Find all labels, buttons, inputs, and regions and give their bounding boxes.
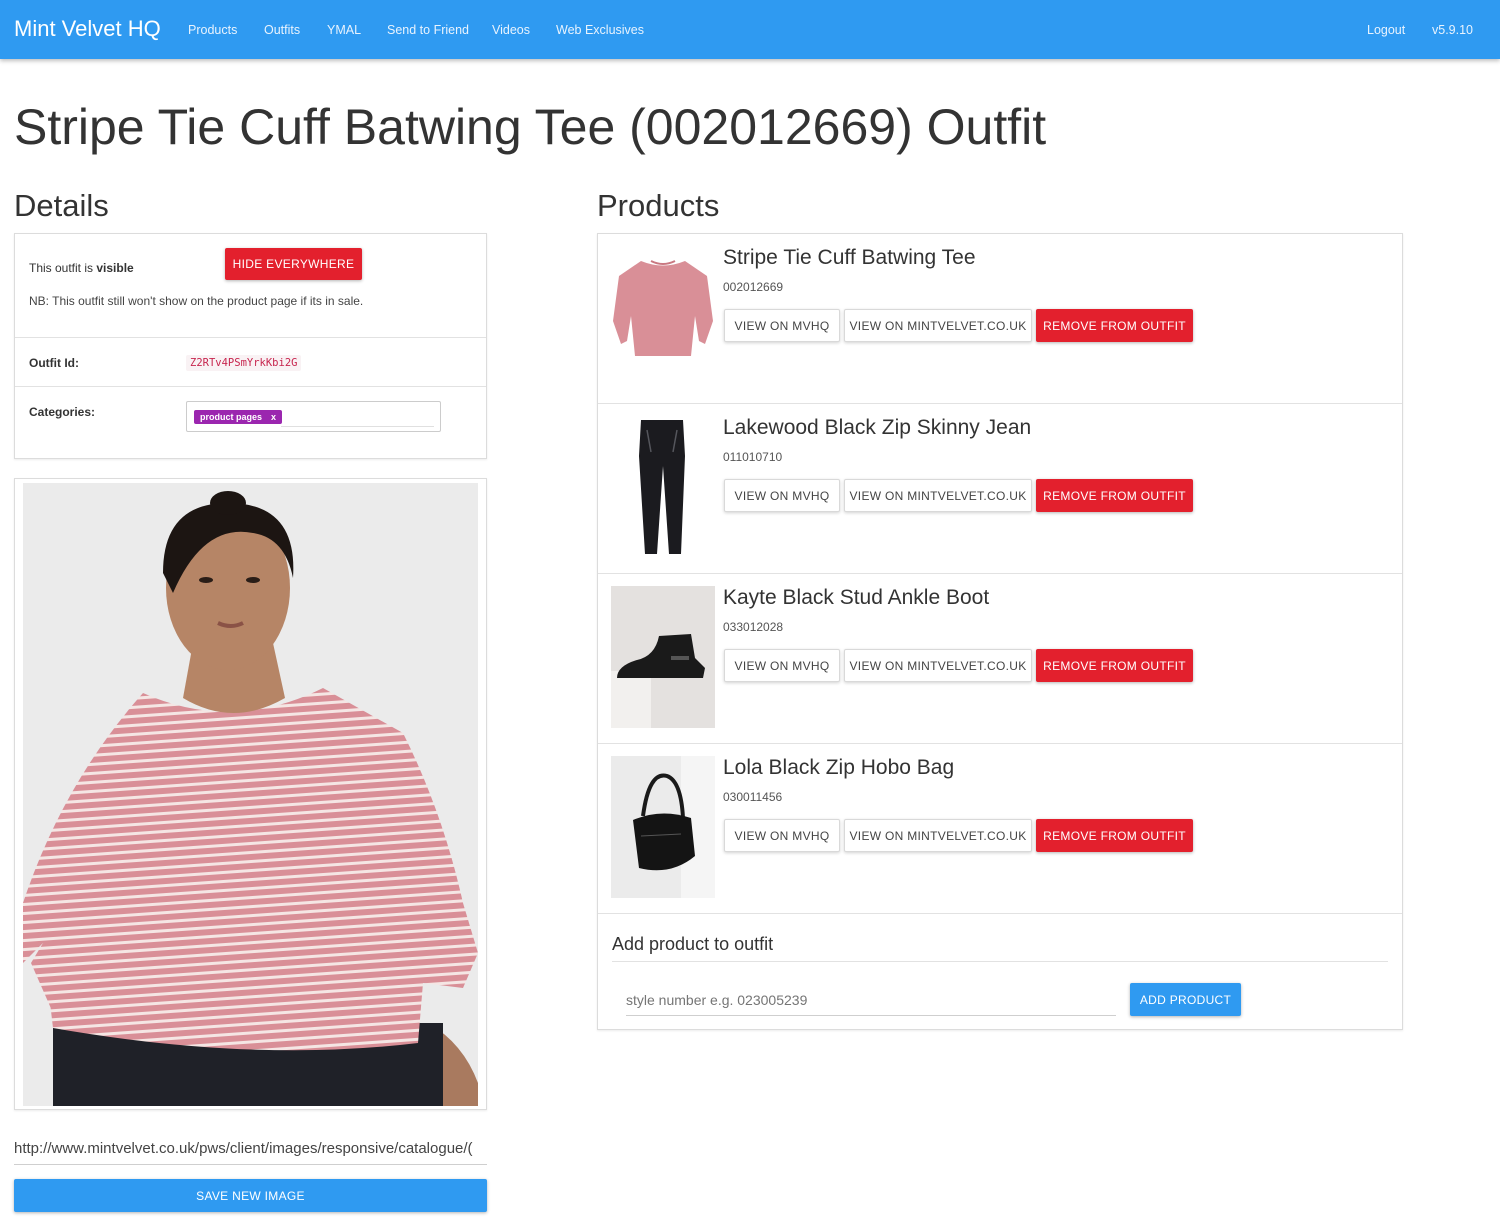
logout-link[interactable]: Logout: [1367, 23, 1405, 37]
view-on-mintvelvet-button[interactable]: VIEW ON MINTVELVET.CO.UK: [844, 309, 1032, 342]
nav-link-send-to-friend[interactable]: Send to Friend: [387, 23, 469, 37]
visibility-state: visible: [96, 261, 134, 275]
pink-top-thumbnail: [611, 246, 715, 388]
product-row: Lakewood Black Zip Skinny Jean 011010710…: [598, 404, 1402, 574]
category-input-underline: [281, 426, 434, 427]
categories-input[interactable]: product pages x: [186, 401, 441, 432]
save-new-image-button[interactable]: SAVE NEW IMAGE: [14, 1179, 487, 1212]
visibility-prefix: This outfit is: [29, 261, 94, 275]
nav-link-products[interactable]: Products: [188, 23, 237, 37]
product-code: 033012028: [723, 620, 784, 634]
product-name: Kayte Black Stud Ankle Boot: [723, 586, 990, 609]
details-heading: Details: [14, 188, 109, 223]
image-url-input[interactable]: [14, 1133, 487, 1165]
view-on-mvhq-button[interactable]: VIEW ON MVHQ: [724, 479, 840, 512]
black-jeans-thumbnail: [611, 416, 715, 558]
remove-from-outfit-button[interactable]: REMOVE FROM OUTFIT: [1036, 649, 1193, 682]
add-product-heading: Add product to outfit: [612, 934, 774, 954]
view-on-mvhq-button[interactable]: VIEW ON MVHQ: [724, 649, 840, 682]
details-panel: This outfit is visible HIDE EVERYWHERE N…: [14, 233, 487, 459]
nav-link-web-exclusives[interactable]: Web Exclusives: [556, 23, 644, 37]
outfit-image-panel: [14, 478, 487, 1110]
category-tag-label: product pages: [200, 412, 263, 422]
view-on-mintvelvet-button[interactable]: VIEW ON MINTVELVET.CO.UK: [844, 819, 1032, 852]
product-name: Lola Black Zip Hobo Bag: [723, 756, 955, 779]
nav-link-videos[interactable]: Videos: [492, 23, 530, 37]
add-product-divider: [612, 961, 1388, 962]
top-navbar: Mint Velvet HQ Products Outfits YMAL Sen…: [0, 0, 1500, 59]
version-label: v5.9.10: [1432, 23, 1474, 37]
style-number-input[interactable]: [626, 984, 1116, 1016]
page-title: Stripe Tie Cuff Batwing Tee (002012669) …: [14, 99, 1047, 155]
nav-link-ymal[interactable]: YMAL: [327, 23, 361, 37]
add-product-button[interactable]: ADD PRODUCT: [1130, 983, 1241, 1016]
view-on-mintvelvet-button[interactable]: VIEW ON MINTVELVET.CO.UK: [844, 479, 1032, 512]
product-row: Kayte Black Stud Ankle Boot 033012028 VI…: [598, 574, 1402, 744]
outfit-id-value: Z2RTv4PSmYrkKbi2G: [186, 355, 302, 371]
nav-link-outfits[interactable]: Outfits: [264, 23, 300, 37]
remove-from-outfit-button[interactable]: REMOVE FROM OUTFIT: [1036, 479, 1193, 512]
ankle-boot-thumbnail: [611, 586, 715, 728]
view-on-mintvelvet-button[interactable]: VIEW ON MINTVELVET.CO.UK: [844, 649, 1032, 682]
product-name: Stripe Tie Cuff Batwing Tee: [723, 246, 976, 269]
categories-label: Categories:: [29, 405, 96, 419]
sale-note: NB: This outfit still won't show on the …: [29, 294, 364, 308]
product-name: Lakewood Black Zip Skinny Jean: [723, 416, 1032, 439]
remove-from-outfit-button[interactable]: REMOVE FROM OUTFIT: [1036, 309, 1193, 342]
visibility-text: This outfit is visible: [29, 261, 134, 275]
category-tag-remove-icon[interactable]: x: [271, 412, 276, 422]
product-code: 011010710: [723, 450, 783, 464]
brand-logo[interactable]: Mint Velvet HQ: [14, 16, 161, 42]
products-heading: Products: [597, 188, 720, 223]
hide-everywhere-button[interactable]: HIDE EVERYWHERE: [225, 248, 362, 280]
category-tag: product pages x: [194, 410, 283, 424]
categories-row: Categories: product pages x: [15, 386, 486, 458]
products-panel: Stripe Tie Cuff Batwing Tee 002012669 VI…: [597, 233, 1403, 1030]
product-row: Stripe Tie Cuff Batwing Tee 002012669 VI…: [598, 234, 1402, 404]
outfit-photo: [23, 483, 478, 1106]
product-code: 030011456: [723, 790, 783, 804]
view-on-mvhq-button[interactable]: VIEW ON MVHQ: [724, 819, 840, 852]
remove-from-outfit-button[interactable]: REMOVE FROM OUTFIT: [1036, 819, 1193, 852]
product-row: Lola Black Zip Hobo Bag 030011456 VIEW O…: [598, 744, 1402, 914]
hobo-bag-thumbnail: [611, 756, 715, 898]
outfit-id-row: Outfit Id: Z2RTv4PSmYrkKbi2G: [15, 337, 486, 387]
view-on-mvhq-button[interactable]: VIEW ON MVHQ: [724, 309, 840, 342]
outfit-id-label: Outfit Id:: [29, 356, 79, 370]
product-code: 002012669: [723, 280, 784, 294]
